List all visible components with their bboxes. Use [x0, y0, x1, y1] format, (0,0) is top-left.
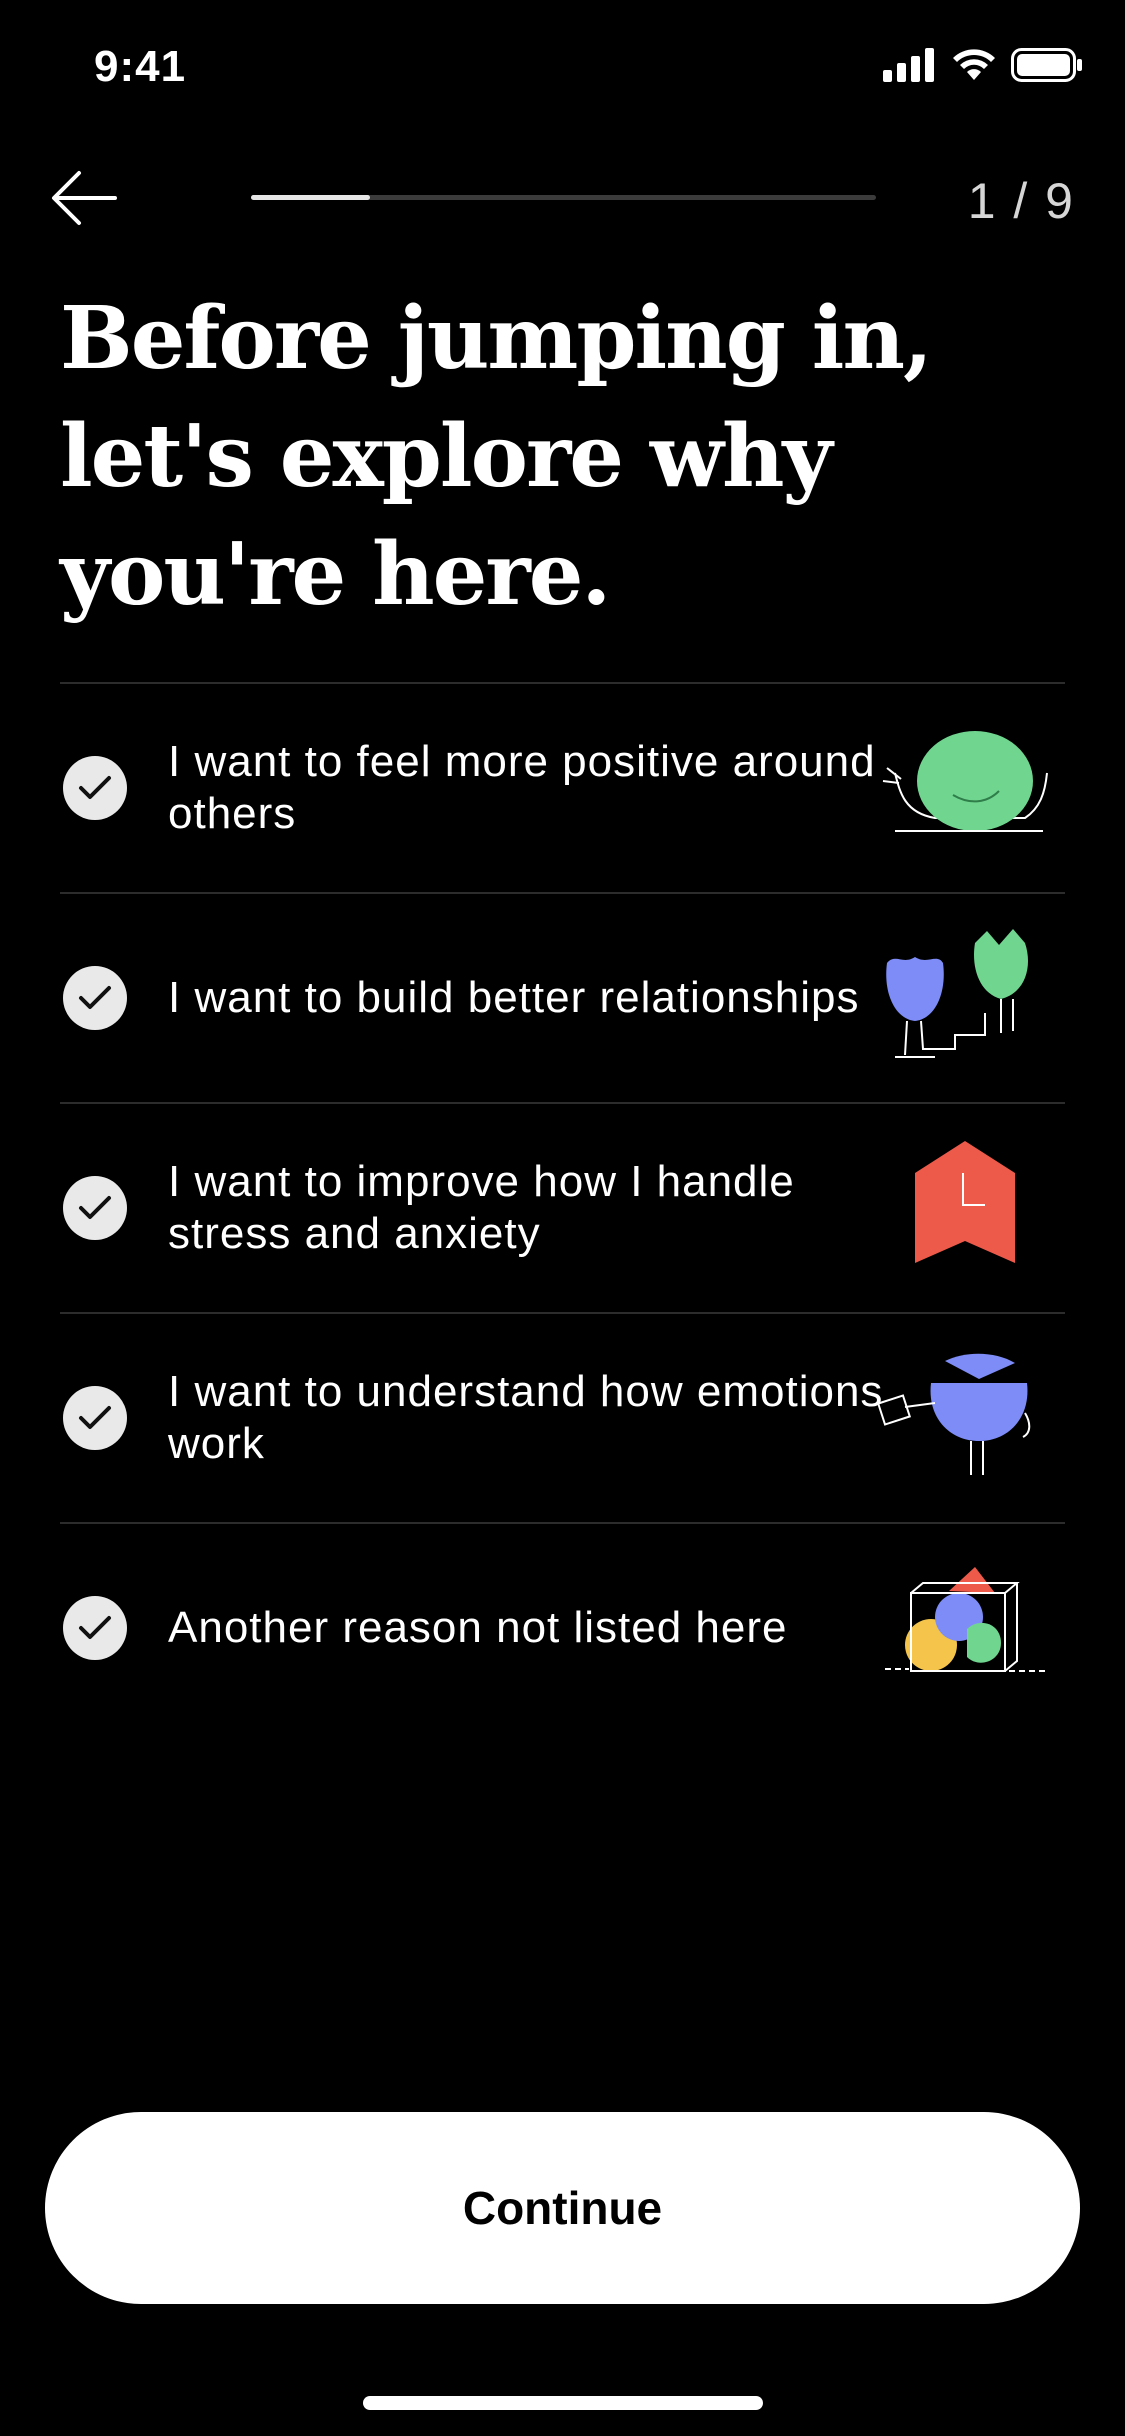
continue-button[interactable]: Continue: [45, 2112, 1080, 2304]
option-label: I want to improve how I handle stress an…: [168, 1157, 795, 1258]
home-indicator: [363, 2396, 763, 2410]
option-label: I want to understand how emotions work: [168, 1367, 884, 1468]
check-icon[interactable]: [63, 966, 127, 1030]
two-creatures-illustration: [886, 929, 1028, 1058]
options-list: I want to feel more positive around othe…: [60, 682, 1065, 1732]
page-title: Before jumping in, let's explore why you…: [60, 288, 933, 625]
check-icon[interactable]: [63, 1596, 127, 1660]
wifi-icon: [953, 49, 995, 80]
option-label: I want to feel more positive around othe…: [168, 737, 876, 838]
progress-bar-fill: [251, 195, 370, 200]
clock-banner-illustration: [915, 1141, 1015, 1263]
option-another-reason[interactable]: Another reason not listed here: [60, 1524, 1065, 1732]
back-button[interactable]: [46, 164, 122, 232]
option-feel-positive[interactable]: I want to feel more positive around othe…: [60, 684, 1065, 894]
status-icons: [883, 48, 1083, 82]
progress-bar: [251, 195, 876, 200]
check-icon[interactable]: [63, 756, 127, 820]
step-counter: 1 / 9: [967, 173, 1075, 229]
option-label: Another reason not listed here: [168, 1603, 788, 1652]
shapes-box-illustration: [885, 1567, 1045, 1672]
check-icon[interactable]: [63, 1176, 127, 1240]
signal-icon: [883, 48, 934, 82]
option-handle-stress[interactable]: I want to improve how I handle stress an…: [60, 1104, 1065, 1314]
green-blob-illustration: [882, 731, 1048, 832]
check-icon[interactable]: [63, 1386, 127, 1450]
blue-bird-illustration: [876, 1353, 1031, 1475]
option-understand-emotions[interactable]: I want to understand how emotions work: [60, 1314, 1065, 1524]
option-label: I want to build better relationships: [168, 973, 860, 1022]
status-bar: 9:41: [0, 0, 1125, 132]
arrow-left-icon: [52, 171, 117, 225]
option-build-relationships[interactable]: I want to build better relationships: [60, 894, 1065, 1104]
battery-icon: [1011, 48, 1082, 82]
status-time: 9:41: [94, 42, 187, 91]
